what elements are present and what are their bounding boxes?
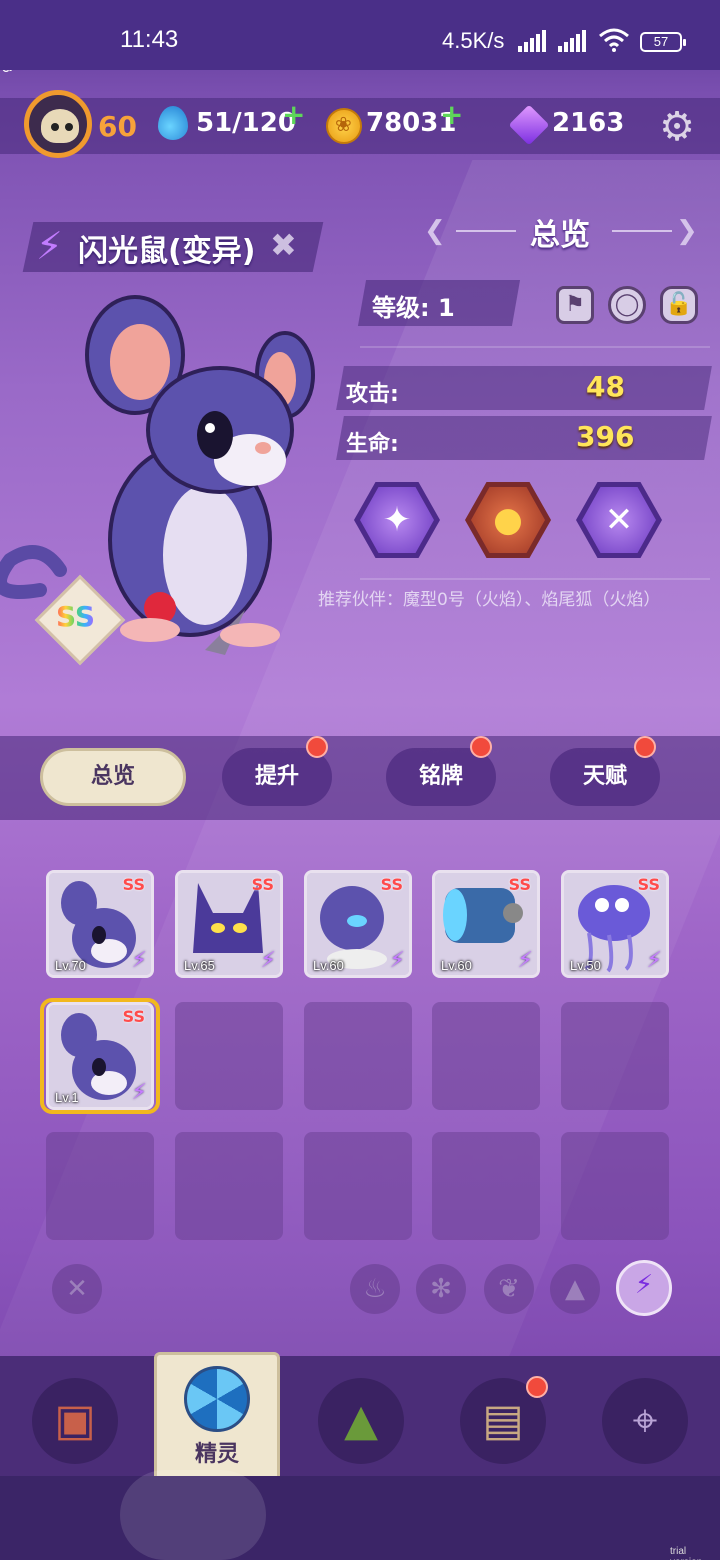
empty-slot [304,1002,412,1110]
ornament-right-icon: ❯ [676,216,698,246]
card-level: Lv.70 [55,958,86,973]
empty-slot [432,1132,540,1240]
rarity-label: SS [122,875,145,894]
pet-card[interactable]: SS Lv.50 ⚡ [561,870,669,978]
console-icon: ▣ [54,1395,96,1446]
leaf-icon[interactable]: ❦ [484,1264,534,1314]
signal-hd-icon [558,30,588,52]
notification-badge [526,1376,548,1398]
add-coins-button[interactable]: + [440,98,463,131]
skill-blade-button[interactable]: ✕ [576,482,662,558]
card-level: Lv.60 [441,958,472,973]
rarity-label: SS [380,875,403,894]
divider [360,346,710,348]
empty-slot [561,1002,669,1110]
pet-name: 闪光鼠(变异) [78,234,256,269]
rarity-label: SS [56,600,96,633]
skill-shuriken-button[interactable]: ✦ [354,482,440,558]
attack-label: 攻击: [346,382,399,407]
battery-icon: 57 [640,32,686,52]
pet-level: 等级: 1 [372,294,455,322]
crossed-blades-icon: ✕ [582,487,656,553]
card-level: Lv.50 [570,958,601,973]
overview-title: 总览 [530,218,590,253]
watermark: trial version [670,1546,702,1560]
notification-badge [634,736,656,758]
system-nav-bar [0,1476,720,1560]
water-drop-icon [158,106,188,140]
fire-icon[interactable]: ♨ [350,1264,400,1314]
pet-card[interactable]: SS Lv.60 ⚡ [432,870,540,978]
ornament-line-right [612,230,672,232]
lightning-icon: ⚡ [36,224,63,268]
signal-icon [518,30,548,52]
fireball-icon: ● [471,487,545,553]
clear-filter-close-icon[interactable]: ✕ [52,1264,102,1314]
player-level: 60 [98,110,137,143]
rarity-label: SS [637,875,660,894]
flower-icon[interactable]: ✻ [416,1264,466,1314]
pet-card[interactable]: SS Lv.65 ⚡ [175,870,283,978]
tab-overview[interactable]: 总览 [40,748,186,806]
card-level: Lv.60 [313,958,344,973]
unlock-icon[interactable]: 🔓 [660,286,698,324]
lightning-icon: ⚡ [517,948,533,973]
nav-map-button[interactable]: ⌖ [602,1378,688,1464]
selection-frame [40,998,160,1114]
nav-console-button[interactable]: ▣ [32,1378,118,1464]
card-level: Lv.65 [184,958,215,973]
map-pin-icon: ⌖ [632,1395,658,1446]
add-energy-button[interactable]: + [282,98,305,131]
mountain-icon: ▲ [344,1395,378,1446]
shuriken-icon: ✦ [360,487,434,553]
recommended-partners: 推荐伙伴：魔型0号（火焰）、焰尾狐（火焰） [318,590,661,610]
hp-label: 生命: [346,432,399,457]
nav-mountain-button[interactable]: ▲ [318,1378,404,1464]
rarity-label: SS [251,875,274,894]
empty-slot [561,1132,669,1240]
pet-card[interactable]: SS Lv.70 ⚡ [46,870,154,978]
rock-icon[interactable]: ▲ [550,1264,600,1314]
flag-icon[interactable]: ⚑ [556,286,594,324]
gear-icon[interactable]: ⚙ [656,106,698,148]
close-icon[interactable]: ✖ [270,226,297,264]
gem-value: 2163 [552,108,625,138]
energy-value: 51/120 [196,108,296,138]
notification-badge [306,736,328,758]
divider [360,578,710,580]
skill-fireball-button[interactable]: ● [465,482,551,558]
ornament-line-left [456,230,516,232]
hp-value: 396 [576,420,635,453]
pet-card[interactable]: SS Lv.60 ⚡ [304,870,412,978]
status-bar: 11:43 4.5K/s 57 [0,0,720,70]
coin-icon [326,108,362,144]
empty-slot [175,1132,283,1240]
recents-highlight [120,1470,266,1560]
rarity-label: SS [508,875,531,894]
ornament-left-icon: ❮ [424,216,446,246]
lightning-filter-icon[interactable]: ⚡ [616,1260,672,1316]
aperture-icon [184,1366,250,1432]
lightning-icon: ⚡ [131,948,147,973]
empty-slot [432,1002,540,1110]
empty-slot [304,1132,412,1240]
notification-badge [470,736,492,758]
empty-slot [175,1002,283,1110]
lightning-icon: ⚡ [260,948,276,973]
player-avatar[interactable] [24,90,92,158]
circle-icon[interactable]: ◯ [608,286,646,324]
empty-slot [46,1132,154,1240]
lightning-icon: ⚡ [389,948,405,973]
status-time: 11:43 [120,26,179,53]
attack-value: 48 [586,370,625,403]
wifi-icon [599,28,629,52]
nav-pets-label: 精灵 [194,1442,239,1467]
lightning-icon: ⚡ [646,948,662,973]
network-speed: 4.5K/s [442,28,505,53]
